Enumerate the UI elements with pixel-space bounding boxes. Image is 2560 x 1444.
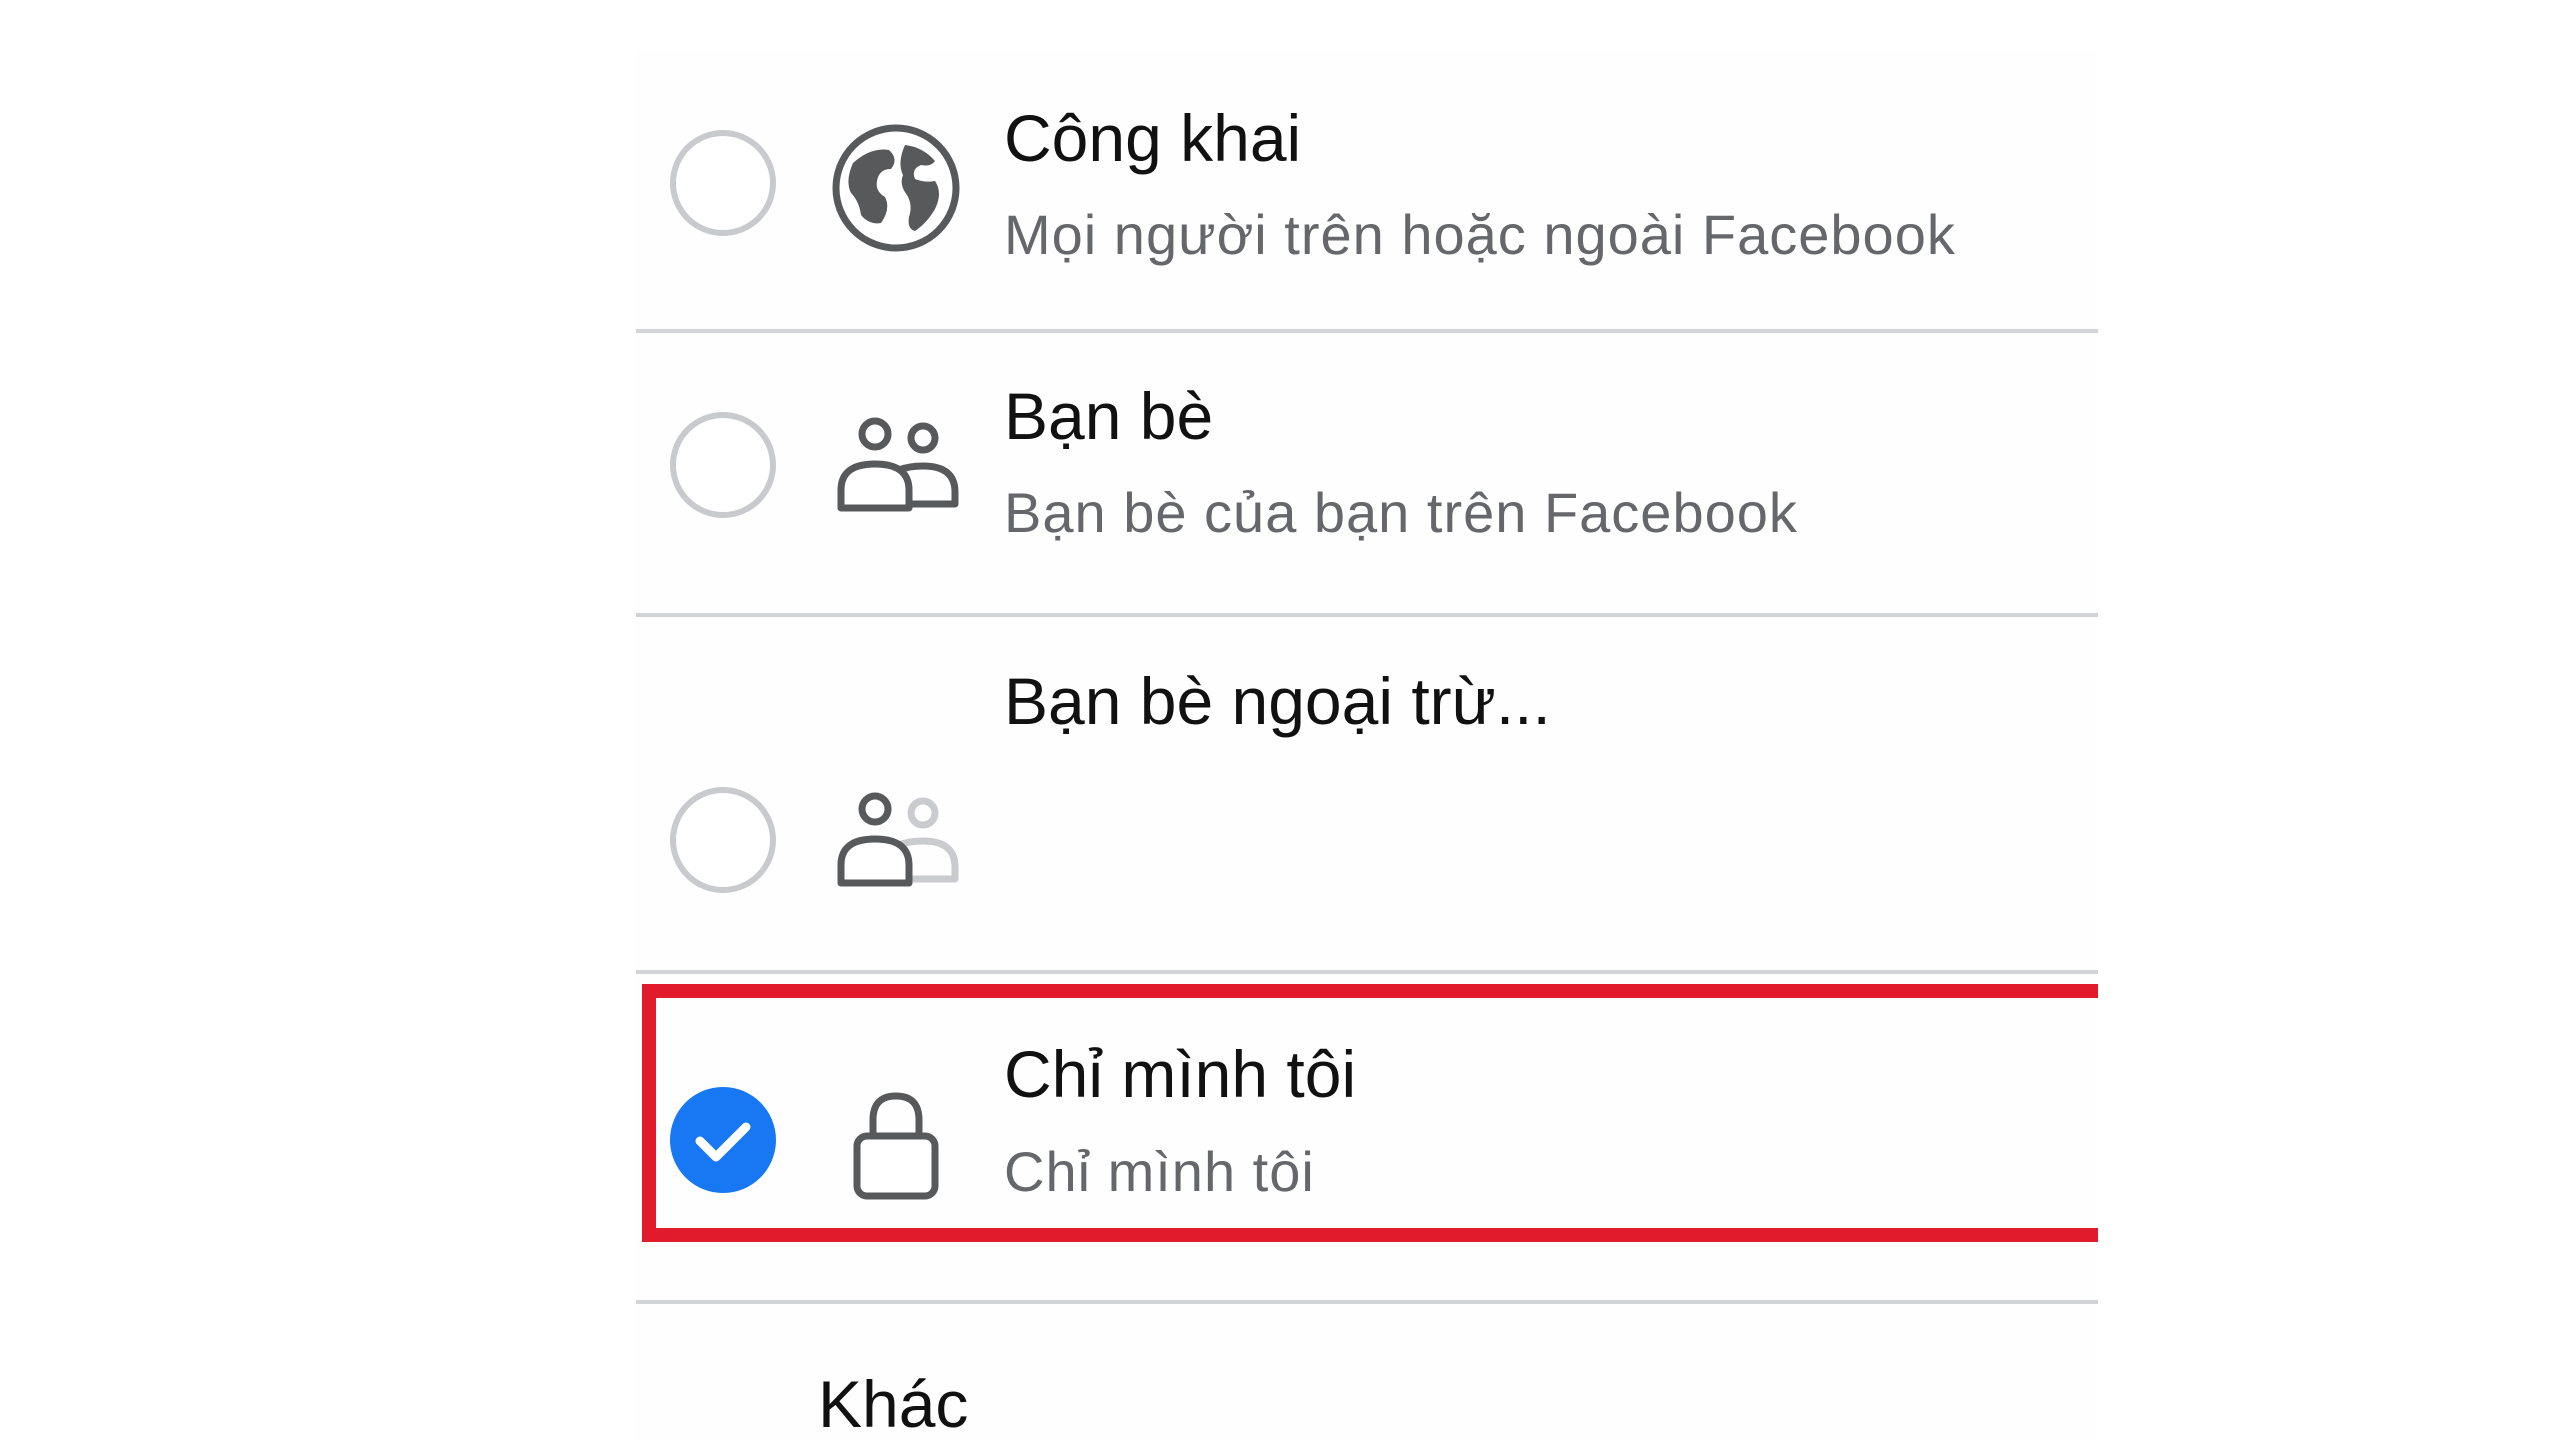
radio-friends-except[interactable]: [670, 787, 776, 893]
other-label: Khác: [818, 1367, 969, 1441]
checkmark-icon: [695, 1122, 751, 1162]
audience-selector-panel: Công khai Mọi người trên hoặc ngoài Face…: [636, 50, 2098, 1441]
option-friends[interactable]: Bạn bè Bạn bè của bạn trên Facebook: [636, 332, 2098, 615]
option-other[interactable]: Khác: [636, 1302, 2098, 1441]
friends-icon: [837, 417, 959, 512]
lock-icon: [853, 1092, 939, 1200]
option-subtitle: Chỉ mình tôi: [1004, 1140, 1315, 1203]
option-subtitle: Mọi người trên hoặc ngoài Facebook: [1004, 203, 1956, 266]
option-only-me[interactable]: Chỉ mình tôi Chỉ mình tôi: [636, 974, 2098, 1300]
option-subtitle: Bạn bè của bạn trên Facebook: [1004, 481, 1798, 544]
option-title: Bạn bè: [1004, 379, 1214, 453]
radio-friends[interactable]: [670, 412, 776, 518]
radio-only-me[interactable]: [670, 1087, 776, 1193]
option-public[interactable]: Công khai Mọi người trên hoặc ngoài Face…: [636, 50, 2098, 330]
friends-except-icon: [837, 792, 959, 887]
option-friends-except[interactable]: Bạn bè ngoại trừ...: [636, 617, 2098, 972]
globe-icon: [832, 124, 960, 252]
option-title: Chỉ mình tôi: [1004, 1037, 1357, 1111]
radio-public[interactable]: [670, 130, 776, 236]
option-title: Công khai: [1004, 101, 1302, 175]
option-title: Bạn bè ngoại trừ...: [1004, 664, 1551, 738]
